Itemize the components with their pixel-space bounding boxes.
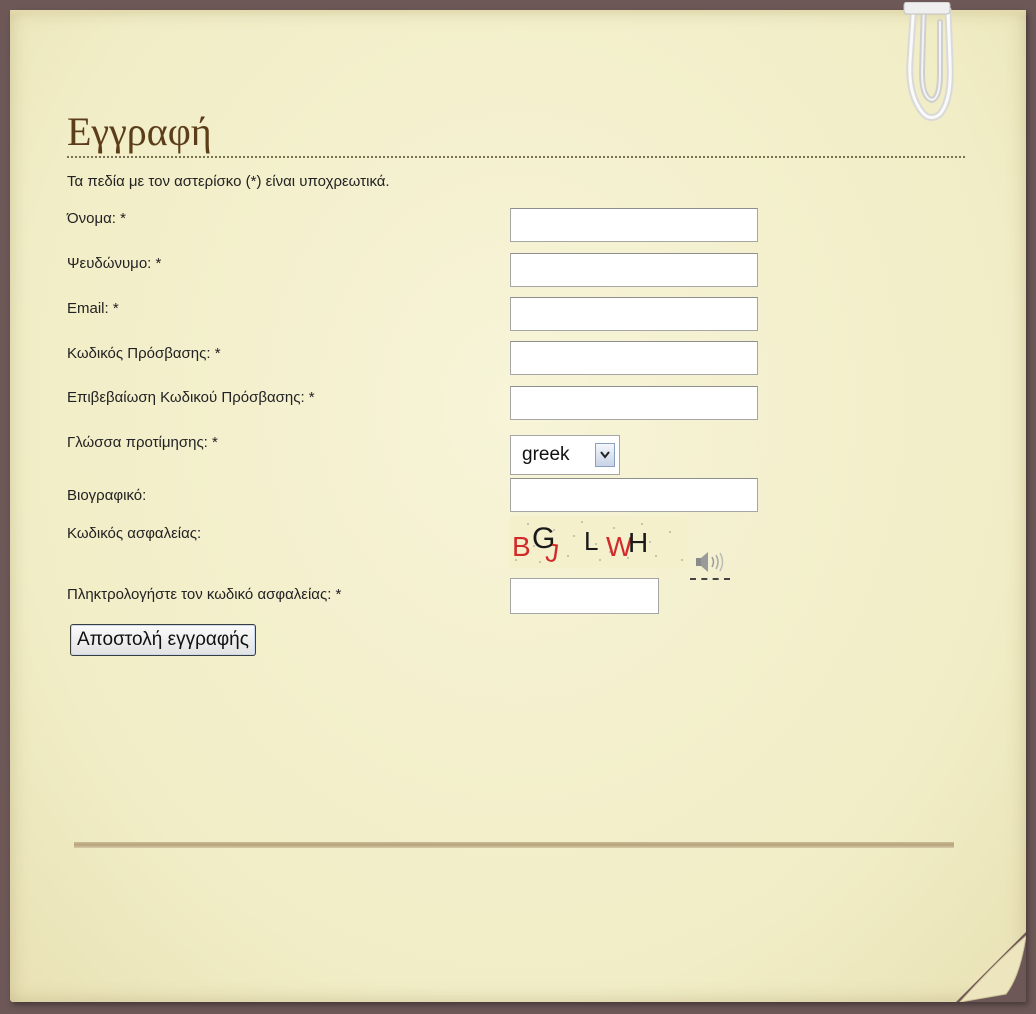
submit-registration-button[interactable]: Αποστολή εγγραφής: [70, 624, 256, 656]
chevron-down-icon[interactable]: [595, 443, 615, 467]
svg-text:B: B: [512, 531, 531, 562]
language-select-value: greek: [522, 444, 570, 465]
nickname-input[interactable]: [510, 253, 758, 287]
name-label: Όνομα: *: [67, 210, 126, 227]
confirm-password-input[interactable]: [510, 386, 758, 420]
paper-panel: Εγγραφή Τα πεδία με τον αστερίσκο (*) εί…: [10, 2, 1026, 1002]
captcha-input-label: Πληκτρολογήστε τον κωδικό ασφαλείας: *: [67, 586, 342, 603]
title-divider: [67, 156, 965, 158]
captcha-image: B G J L W H: [510, 516, 688, 568]
language-label: Γλώσσα προτίμησης: *: [67, 434, 218, 451]
password-input[interactable]: [510, 341, 758, 375]
svg-text:L: L: [584, 526, 598, 556]
captcha-input[interactable]: [510, 578, 659, 614]
svg-text:H: H: [628, 527, 648, 558]
confirm-password-label: Επιβεβαίωση Κωδικού Πρόσβασης: *: [67, 389, 315, 406]
page-fold-icon: [956, 932, 1026, 1002]
bio-label: Βιογραφικό:: [67, 487, 147, 504]
bio-input[interactable]: [510, 478, 758, 512]
email-label: Email: *: [67, 300, 119, 317]
bottom-divider: [74, 842, 954, 848]
nickname-label: Ψευδώνυμο: *: [67, 255, 162, 272]
password-label: Κωδικός Πρόσβασης: *: [67, 345, 221, 362]
email-input[interactable]: [510, 297, 758, 331]
page-title: Εγγραφή: [67, 109, 212, 154]
language-select[interactable]: greek: [510, 435, 620, 475]
paper-edge: [10, 10, 1026, 16]
required-note: Τα πεδία με τον αστερίσκο (*) είναι υποχ…: [67, 173, 390, 190]
speaker-icon[interactable]: [690, 548, 730, 580]
name-input[interactable]: [510, 208, 758, 242]
paper-clip-icon: [903, 2, 954, 121]
captcha-label: Κωδικός ασφαλείας:: [67, 525, 202, 542]
svg-text:J: J: [544, 537, 561, 568]
